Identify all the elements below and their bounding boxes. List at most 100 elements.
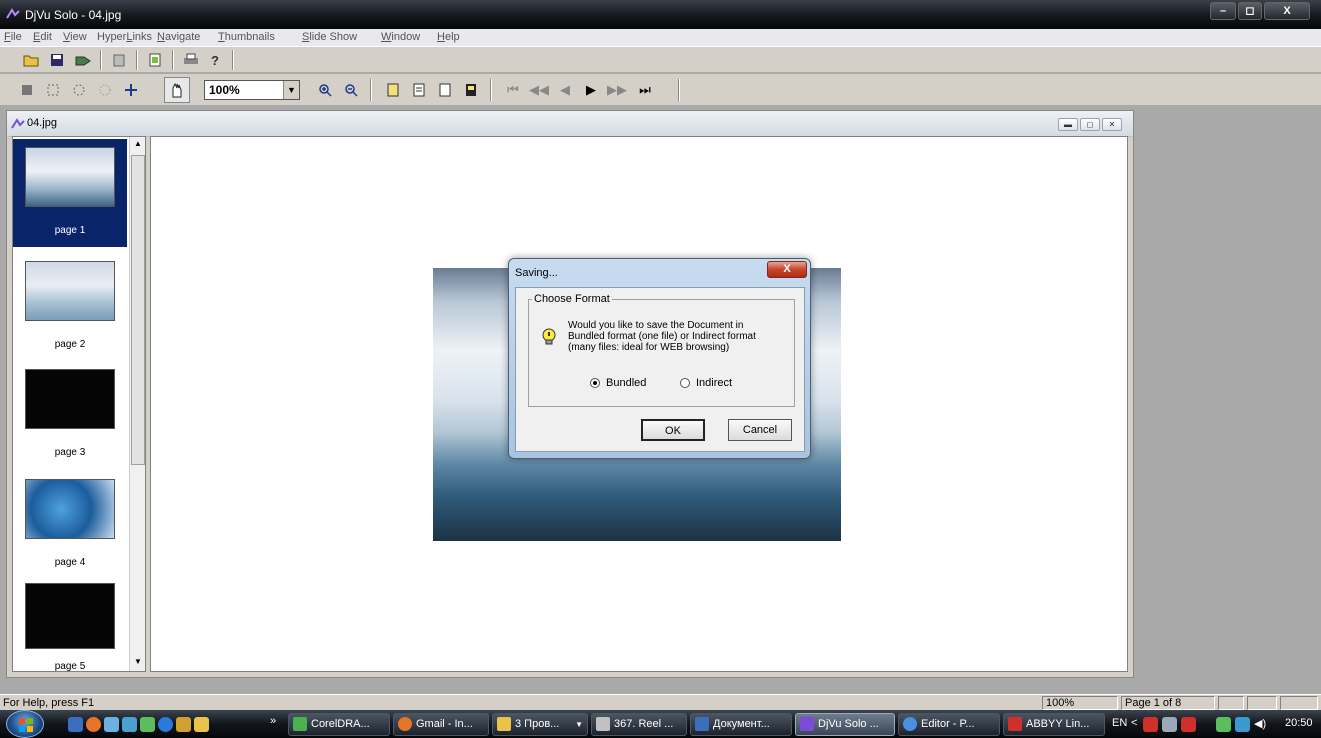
menu-slideshow[interactable]: Slide Show [302,31,357,43]
doc-minimize-button[interactable]: ▬ [1058,118,1078,131]
doc-close-button[interactable]: ✕ [1102,118,1122,131]
thumbnail-page-1[interactable]: page 1 [13,139,127,247]
djvu-doc-icon [11,118,25,129]
minimize-button[interactable]: – [1210,2,1236,20]
dialog-message: Would you like to save the Document in B… [568,320,778,353]
folder-icon[interactable] [194,717,209,732]
internet-explorer-icon[interactable] [158,717,173,732]
fit-width-button[interactable] [408,79,430,101]
fit-page-button[interactable] [382,79,404,101]
prev-10-button[interactable]: ◀◀ [528,79,550,101]
doc-restore-button[interactable]: ◻ [1080,118,1100,131]
task-document[interactable]: Документ... [690,713,792,736]
scroll-up-arrow-icon[interactable]: ▲ [131,137,145,151]
thumbnail-label: page 3 [54,447,86,458]
abbyy-icon [1008,717,1022,731]
zoom-value: 100% [209,83,240,97]
lightbulb-icon [542,328,556,345]
lasso-icon [99,84,111,96]
maximize-button[interactable]: ◻ [1238,2,1262,20]
message-line: Would you like to save the Document in [568,320,744,331]
stretch-button[interactable] [460,79,482,101]
clock[interactable]: 20:50 [1285,717,1313,729]
select-all-icon [22,85,32,95]
thumbnail-image [25,583,115,649]
scrollbar-thumb[interactable] [131,155,145,465]
prev-icon: ◀ [560,82,570,97]
actual-size-button[interactable] [434,79,456,101]
move-tool[interactable] [120,79,142,101]
export-button[interactable] [72,49,94,71]
menu-edit[interactable]: Edit [33,31,52,43]
zoom-in-button[interactable] [314,79,336,101]
antivirus-tray-icon[interactable] [1143,717,1158,732]
prev-page-button[interactable]: ◀ [554,79,576,101]
menu-thumbnails[interactable]: Thumbnails [218,31,275,43]
task-abbyy[interactable]: ABBYY Lin... [1003,713,1105,736]
chevron-down-icon[interactable]: ▼ [283,81,299,99]
thumbnail-page-5[interactable]: page 5 [13,575,127,671]
task-explorer-group[interactable]: 3 Пров... ▼ [492,713,588,736]
monitor-icon[interactable] [122,717,137,732]
rect-select-tool[interactable] [42,79,64,101]
firefox-icon[interactable] [86,717,101,732]
paste-button[interactable] [108,49,130,71]
tray-app-icon[interactable] [1162,717,1177,732]
ok-button[interactable]: OK [641,419,705,441]
open-folder-icon [23,55,39,67]
thumbnail-pane: page 1 page 2 page 3 page 4 page 5 ▲ ▼ [12,136,146,672]
dialog-close-button[interactable]: X [767,261,807,278]
print-button[interactable] [180,49,202,71]
tray-expand-icon[interactable]: < [1131,717,1137,729]
help-button[interactable]: ? [204,49,226,71]
next-10-button[interactable]: ▶▶ [606,79,628,101]
lasso-tool[interactable] [94,79,116,101]
language-indicator[interactable]: EN [1112,717,1127,729]
zoom-select[interactable]: 100% ▼ [204,80,300,100]
ellipse-select-tool[interactable] [68,79,90,101]
start-button[interactable] [6,710,44,738]
tray-app-icon[interactable] [1216,717,1231,732]
hand-tool[interactable] [164,77,190,103]
thumbnail-scrollbar[interactable]: ▲ ▼ [129,137,145,671]
quicklaunch-overflow-icon[interactable]: » [270,715,276,727]
first-page-icon: ⏮ [507,82,519,97]
cancel-button[interactable]: Cancel [728,419,792,441]
select-all-tool[interactable] [16,79,38,101]
thumbnail-page-4[interactable]: page 4 [13,471,127,579]
export-icon [75,56,91,66]
network-icon[interactable] [104,717,119,732]
task-djvu-solo[interactable]: DjVu Solo ... [795,713,895,736]
last-page-button[interactable]: ⏭ [634,79,656,101]
menu-navigate[interactable]: Navigate [157,31,200,43]
page-properties-button[interactable] [144,49,166,71]
scroll-down-arrow-icon[interactable]: ▼ [131,655,145,669]
next-page-button[interactable]: ▶ [580,79,602,101]
task-coreldraw[interactable]: CorelDRA... [288,713,390,736]
radio-bundled[interactable]: Bundled [590,377,646,389]
open-button[interactable] [20,49,42,71]
show-desktop-icon[interactable] [68,717,83,732]
menu-window[interactable]: Window [381,31,420,43]
network-tray-icon[interactable] [1235,717,1250,732]
people-icon[interactable] [140,717,155,732]
tray-app-icon[interactable] [1181,717,1196,732]
menu-help[interactable]: Help [437,31,460,43]
zoom-out-button[interactable] [340,79,362,101]
volume-icon[interactable]: ◀) [1254,717,1266,730]
task-gmail[interactable]: Gmail - In... [393,713,489,736]
menu-hyperlinks[interactable]: HyperLinks [97,31,152,43]
message-line: Bundled format (one file) or Indirect fo… [568,331,756,342]
menu-view[interactable]: View [63,31,87,43]
thumbnail-page-2[interactable]: page 2 [13,253,127,361]
thumbnail-page-3[interactable]: page 3 [13,361,127,469]
first-page-button[interactable]: ⏮ [502,79,524,101]
radio-indirect[interactable]: Indirect [680,377,732,389]
menu-file[interactable]: File [4,31,22,43]
fast-forward-icon: ▶▶ [607,82,627,97]
task-editor[interactable]: Editor - P... [898,713,1000,736]
save-button[interactable] [46,49,68,71]
task-reel[interactable]: 367. Reel ... [591,713,687,736]
app-quicklaunch-icon[interactable] [176,717,191,732]
close-button[interactable]: X [1264,2,1310,20]
